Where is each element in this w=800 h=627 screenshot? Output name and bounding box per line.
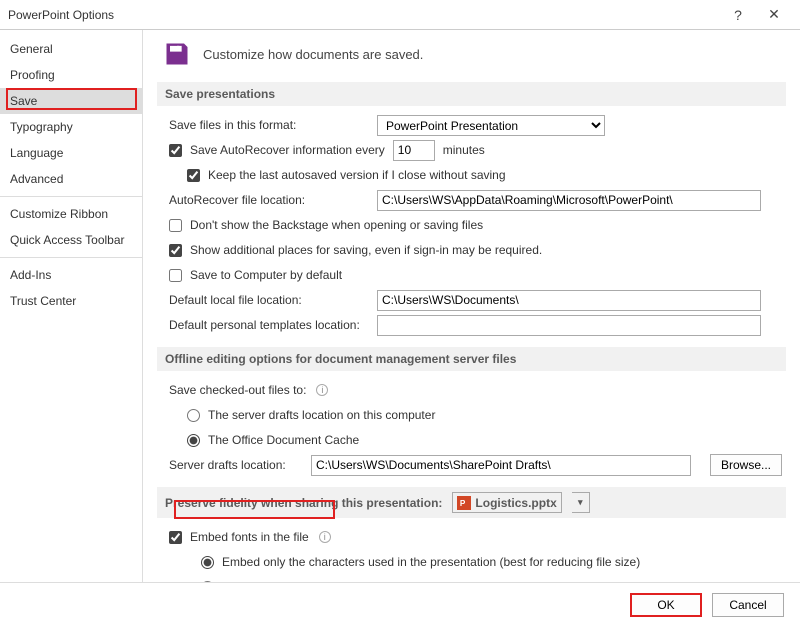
sidebar-item-typography[interactable]: Typography xyxy=(0,114,142,140)
presentation-file-name: Logistics.pptx xyxy=(475,496,556,510)
titlebar: PowerPoint Options ? ✕ xyxy=(0,0,800,30)
info-icon[interactable]: i xyxy=(319,531,331,543)
autorecover-unit: minutes xyxy=(443,143,485,157)
browse-button[interactable]: Browse... xyxy=(710,454,782,476)
embed-chars-label: Embed only the characters used in the pr… xyxy=(222,555,640,569)
page-header: Customize how documents are saved. xyxy=(203,47,423,62)
embed-all-radio[interactable] xyxy=(201,581,214,583)
additional-places-checkbox[interactable] xyxy=(169,244,182,257)
sidebar-item-addins[interactable]: Add-Ins xyxy=(0,262,142,288)
save-format-select[interactable]: PowerPoint Presentation xyxy=(377,115,605,136)
close-icon[interactable]: ✕ xyxy=(756,6,792,23)
doc-cache-radio[interactable] xyxy=(187,434,200,447)
no-backstage-label: Don't show the Backstage when opening or… xyxy=(190,218,483,232)
presentation-file-combo[interactable]: P Logistics.pptx xyxy=(452,492,561,513)
ok-button[interactable]: OK xyxy=(630,593,702,617)
doc-cache-label: The Office Document Cache xyxy=(208,433,359,447)
drafts-loc-input[interactable] xyxy=(311,455,691,476)
autorecover-checkbox[interactable] xyxy=(169,144,182,157)
section-offline-editing: Offline editing options for document man… xyxy=(157,347,786,371)
keep-last-checkbox[interactable] xyxy=(187,169,200,182)
sidebar-item-advanced[interactable]: Advanced xyxy=(0,166,142,192)
autorecover-label: Save AutoRecover information every xyxy=(190,143,385,157)
server-drafts-label: The server drafts location on this compu… xyxy=(208,408,435,422)
footer: OK Cancel xyxy=(0,582,800,626)
sidebar: General Proofing Save Typography Languag… xyxy=(0,30,143,582)
sidebar-item-language[interactable]: Language xyxy=(0,140,142,166)
section-save-presentations: Save presentations xyxy=(157,82,786,106)
default-local-label: Default local file location: xyxy=(169,293,369,307)
save-computer-label: Save to Computer by default xyxy=(190,268,342,282)
keep-last-label: Keep the last autosaved version if I clo… xyxy=(208,168,506,182)
powerpoint-file-icon: P xyxy=(457,496,471,510)
default-local-input[interactable] xyxy=(377,290,761,311)
content-pane: Customize how documents are saved. Save … xyxy=(143,30,800,582)
window-title: PowerPoint Options xyxy=(8,8,720,22)
save-icon xyxy=(163,40,191,68)
chevron-down-icon[interactable]: ▾ xyxy=(572,492,590,513)
additional-places-label: Show additional places for saving, even … xyxy=(190,243,542,257)
autorecover-loc-input[interactable] xyxy=(377,190,761,211)
sidebar-item-qat[interactable]: Quick Access Toolbar xyxy=(0,227,142,253)
no-backstage-checkbox[interactable] xyxy=(169,219,182,232)
autorecover-minutes-input[interactable] xyxy=(393,140,435,161)
drafts-loc-label: Server drafts location: xyxy=(169,458,303,472)
info-icon[interactable]: i xyxy=(316,384,328,396)
save-computer-checkbox[interactable] xyxy=(169,269,182,282)
svg-text:P: P xyxy=(460,498,466,507)
checkedout-label: Save checked-out files to: xyxy=(169,383,306,397)
embed-fonts-checkbox[interactable] xyxy=(169,531,182,544)
embed-chars-radio[interactable] xyxy=(201,556,214,569)
embed-all-label: Embed all characters (best for editing b… xyxy=(222,580,511,582)
cancel-button[interactable]: Cancel xyxy=(712,593,784,617)
section-preserve-fidelity: Preserve fidelity when sharing this pres… xyxy=(157,487,786,518)
help-icon[interactable]: ? xyxy=(720,7,756,23)
autorecover-loc-label: AutoRecover file location: xyxy=(169,193,369,207)
preserve-fidelity-label: Preserve fidelity when sharing this pres… xyxy=(165,496,442,510)
format-label: Save files in this format: xyxy=(169,118,369,132)
embed-fonts-label: Embed fonts in the file xyxy=(190,530,309,544)
sidebar-item-trust-center[interactable]: Trust Center xyxy=(0,288,142,314)
server-drafts-radio[interactable] xyxy=(187,409,200,422)
sidebar-item-proofing[interactable]: Proofing xyxy=(0,62,142,88)
default-templates-label: Default personal templates location: xyxy=(169,318,369,332)
sidebar-item-general[interactable]: General xyxy=(0,36,142,62)
sidebar-item-save[interactable]: Save xyxy=(0,88,142,114)
sidebar-item-customize-ribbon[interactable]: Customize Ribbon xyxy=(0,201,142,227)
default-templates-input[interactable] xyxy=(377,315,761,336)
